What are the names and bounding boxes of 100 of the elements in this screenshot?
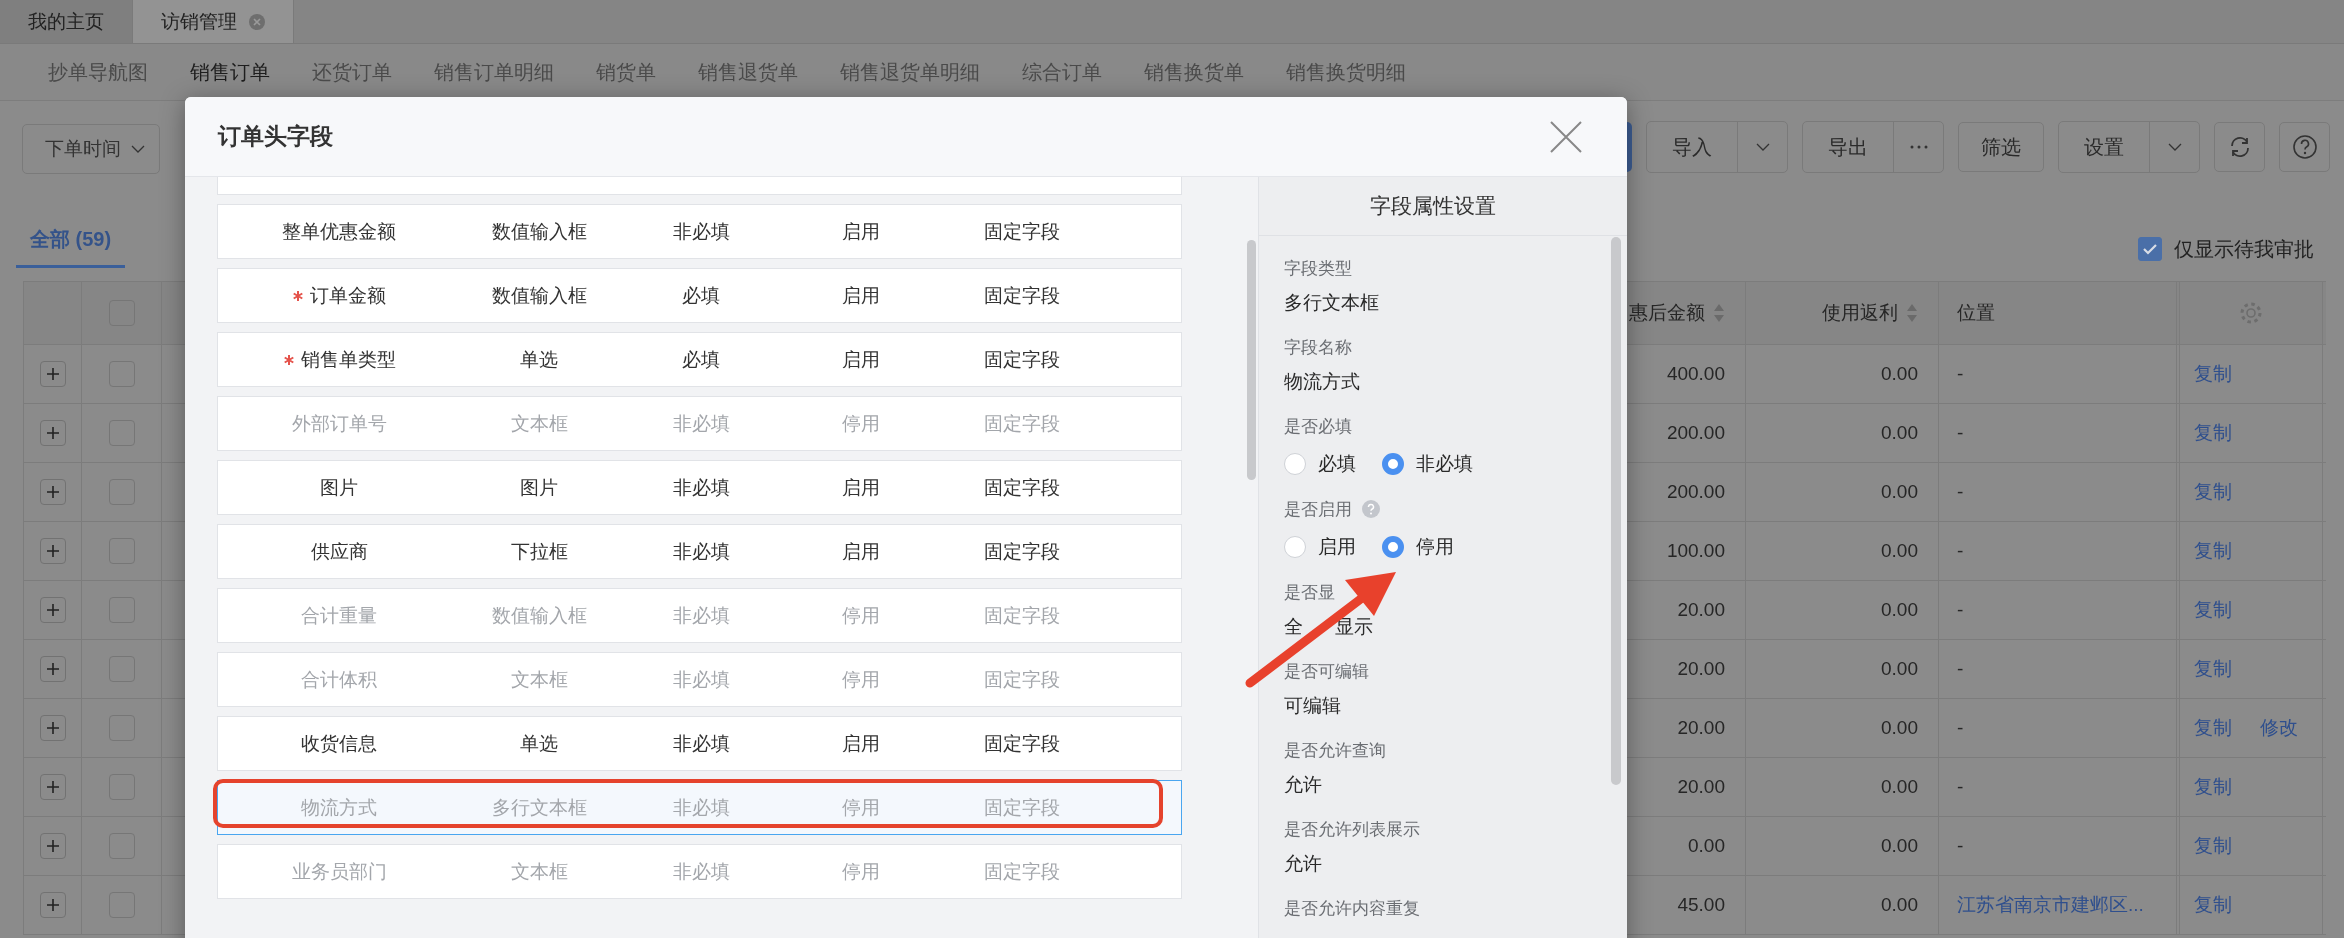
field-name: 图片 <box>320 475 358 500</box>
field-row[interactable]: 收货信息 单选 非必填 启用 固定字段 <box>217 716 1182 771</box>
table-cell: - <box>1939 522 2180 580</box>
scrollbar-thumb[interactable] <box>1611 237 1621 785</box>
field-type: 文本框 <box>510 859 568 884</box>
enabled-status: 启用 <box>842 475 880 500</box>
plus-icon <box>45 721 60 735</box>
field-row[interactable]: 图片 图片 非必填 启用 固定字段 <box>217 460 1182 515</box>
action-link[interactable]: 复制 <box>2194 774 2232 800</box>
help-icon[interactable] <box>1362 500 1380 518</box>
action-link[interactable]: 复制 <box>2194 361 2232 387</box>
expand-button[interactable] <box>39 833 66 859</box>
table-cell: - <box>1939 404 2180 462</box>
radio-option[interactable]: 停用 <box>1382 534 1454 560</box>
view-tab[interactable]: 全部 (59) <box>16 214 126 268</box>
expand-button[interactable] <box>39 715 66 741</box>
field-type: 单选 <box>520 731 558 756</box>
action-link[interactable]: 复制 <box>2194 892 2232 918</box>
field-row[interactable]: 销售单类型 单选 必填 启用 固定字段 <box>217 332 1182 387</box>
action-link[interactable]: 复制 <box>2194 833 2232 859</box>
enabled-status: 启用 <box>842 219 880 244</box>
field-type: 图片 <box>520 475 558 500</box>
action-link[interactable]: 复制 <box>2194 656 2232 682</box>
field-source: 固定字段 <box>984 539 1060 564</box>
close-icon[interactable] <box>249 13 265 30</box>
field-row[interactable]: 外部订单号 文本框 非必填 停用 固定字段 <box>217 396 1182 451</box>
settings-icon[interactable] <box>2238 300 2264 326</box>
field-source: 固定字段 <box>984 667 1060 692</box>
field-row[interactable]: 合计体积 文本框 非必填 停用 固定字段 <box>217 652 1182 707</box>
chevron-down-icon <box>131 144 145 154</box>
required-status: 非必填 <box>672 603 730 628</box>
enabled-status: 启用 <box>842 731 880 756</box>
nav-tab[interactable]: 销售换货单 <box>1144 44 1244 100</box>
nav-tab[interactable]: 销售订单明细 <box>434 44 554 100</box>
expand-button[interactable] <box>39 597 66 623</box>
radio-option[interactable]: 非必填 <box>1382 451 1473 477</box>
property-value: 物流方式 <box>1284 370 1361 394</box>
field-row[interactable]: 合计重量 数值输入框 非必填 停用 固定字段 <box>217 588 1182 643</box>
nav-tab[interactable]: 销货单 <box>596 44 656 100</box>
field-row[interactable] <box>217 177 1182 195</box>
property-label: 是否必填 <box>1284 415 1352 438</box>
property-value: 全 <box>1284 615 1303 639</box>
sort-icon[interactable] <box>1906 303 1918 323</box>
date-filter-dropdown[interactable]: 下单时间 <box>22 124 160 174</box>
field-source: 固定字段 <box>984 731 1060 756</box>
property-value: 可编辑 <box>1284 694 1342 718</box>
check-icon <box>2142 242 2158 256</box>
property-label: 是否允许查询 <box>1284 739 1386 762</box>
action-link[interactable]: 复制 <box>2194 420 2232 446</box>
nav-tab[interactable]: 销售退货单明细 <box>840 44 980 100</box>
field-row[interactable]: 业务员部门 文本框 非必填 停用 固定字段 <box>217 844 1182 899</box>
action-link[interactable]: 修改 <box>2260 715 2298 741</box>
enabled-status: 停用 <box>842 795 880 820</box>
page-tab[interactable]: 访销管理 <box>133 0 294 43</box>
column-header[interactable]: 使用返利 <box>1746 282 1939 344</box>
plus-icon <box>45 662 60 676</box>
expand-button[interactable] <box>39 774 66 800</box>
nav-tab[interactable]: 销售换货明细 <box>1286 44 1406 100</box>
expand-button[interactable] <box>39 479 66 505</box>
table-cell: 0.00 <box>1746 817 1939 875</box>
chevron-down-icon <box>1755 142 1770 152</box>
field-row[interactable]: 订单金额 数值输入框 必填 启用 固定字段 <box>217 268 1182 323</box>
enabled-status: 停用 <box>842 603 880 628</box>
action-link[interactable]: 复制 <box>2194 479 2232 505</box>
field-type: 数值输入框 <box>491 603 587 628</box>
page-tab[interactable]: 我的主页 <box>0 0 133 43</box>
action-link[interactable]: 复制 <box>2194 538 2232 564</box>
nav-tab[interactable]: 抄单导航图 <box>48 44 148 100</box>
scrollbar-thumb[interactable] <box>1247 240 1256 480</box>
plus-icon <box>45 544 60 558</box>
checkbox[interactable] <box>2138 237 2162 261</box>
nav-tab[interactable]: 还货订单 <box>312 44 392 100</box>
expand-button[interactable] <box>39 361 66 387</box>
field-row[interactable]: 供应商 下拉框 非必填 启用 固定字段 <box>217 524 1182 579</box>
action-link[interactable]: 复制 <box>2194 715 2232 741</box>
refresh-button[interactable] <box>2214 122 2265 172</box>
field-name: 整单优惠金额 <box>282 219 396 244</box>
expand-button[interactable] <box>39 538 66 564</box>
column-header[interactable]: 位置 <box>1939 282 2180 344</box>
expand-button[interactable] <box>39 892 66 918</box>
field-row[interactable]: 整单优惠金额 数值输入框 非必填 启用 固定字段 <box>217 204 1182 259</box>
plus-icon <box>45 839 60 853</box>
field-type: 数值输入框 <box>491 219 587 244</box>
action-link[interactable]: 复制 <box>2194 597 2232 623</box>
nav-tab[interactable]: 综合订单 <box>1022 44 1102 100</box>
help-button[interactable] <box>2279 122 2330 172</box>
toolbar-button[interactable]: 筛选 <box>1958 122 2044 172</box>
expand-button[interactable] <box>39 656 66 682</box>
nav-tab[interactable]: 销售退货单 <box>698 44 798 100</box>
close-icon[interactable] <box>1549 119 1583 154</box>
table-cell: - <box>1939 758 2180 816</box>
table-cell: - <box>1939 463 2180 521</box>
radio-option[interactable]: 启用 <box>1284 534 1356 560</box>
address-link[interactable]: 江苏省南京市建邺区... <box>1957 892 2144 918</box>
chevron-down-icon <box>2167 142 2182 152</box>
field-name: 订单金额 <box>292 282 386 309</box>
radio-option[interactable]: 必填 <box>1284 451 1356 477</box>
expand-button[interactable] <box>39 420 66 446</box>
sort-icon[interactable] <box>1713 303 1725 323</box>
field-name: 物流方式 <box>301 795 377 820</box>
